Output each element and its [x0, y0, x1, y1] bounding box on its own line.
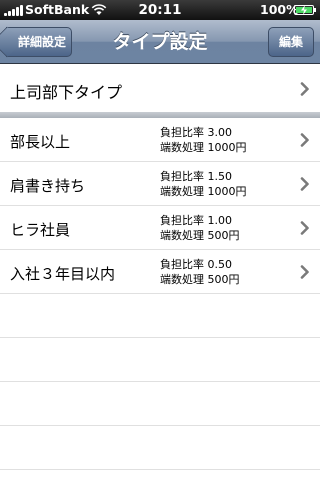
chevron-right-icon: [300, 177, 309, 191]
empty-row: [0, 294, 320, 338]
battery-percentage: 100%: [260, 2, 299, 17]
chevron-right-icon: [300, 82, 309, 96]
boss-subordinate-type-row[interactable]: 上司部下タイプ: [0, 66, 320, 112]
battery-icon: [294, 5, 316, 15]
type-name: 入社３年目以内: [10, 265, 116, 283]
ratio-label: 負担比率: [160, 214, 204, 227]
type-row[interactable]: 肩書き持ち 負担比率 1.50 端数処理 1000円: [0, 162, 320, 206]
navigation-bar: 詳細設定 タイプ設定 編集: [0, 20, 320, 64]
edit-button[interactable]: 編集: [268, 27, 314, 57]
ratio-label: 負担比率: [160, 126, 204, 139]
ratio-value: 3.00: [207, 126, 233, 139]
rounding-label: 端数処理: [160, 273, 204, 286]
type-name: ヒラ社員: [10, 221, 71, 239]
empty-row: [0, 426, 320, 470]
type-detail: 負担比率 0.50 端数処理 500円: [160, 257, 240, 287]
type-detail: 負担比率 1.00 端数処理 500円: [160, 213, 240, 243]
page-title: タイプ設定: [112, 31, 208, 53]
rounding-value: 500円: [207, 229, 240, 242]
back-button-label: 詳細設定: [18, 35, 67, 49]
rounding-value: 1000円: [207, 185, 247, 198]
type-row[interactable]: ヒラ社員 負担比率 1.00 端数処理 500円: [0, 206, 320, 250]
ratio-value: 1.50: [207, 170, 233, 183]
back-button[interactable]: 詳細設定: [6, 27, 72, 57]
type-name: 肩書き持ち: [10, 177, 86, 195]
ratio-label: 負担比率: [160, 170, 204, 183]
ratio-value: 0.50: [207, 258, 233, 271]
rounding-value: 500円: [207, 273, 240, 286]
ratio-value: 1.00: [207, 214, 233, 227]
type-name: 部長以上: [10, 133, 71, 151]
empty-row: [0, 382, 320, 426]
type-detail: 負担比率 1.50 端数処理 1000円: [160, 169, 247, 199]
rounding-value: 1000円: [207, 141, 247, 154]
rounding-label: 端数処理: [160, 229, 204, 242]
rounding-label: 端数処理: [160, 141, 204, 154]
chevron-right-icon: [300, 221, 309, 235]
type-row[interactable]: 入社３年目以内 負担比率 0.50 端数処理 500円: [0, 250, 320, 294]
empty-row: [0, 338, 320, 382]
ratio-label: 負担比率: [160, 258, 204, 271]
status-bar: SoftBank 20:11 100%: [0, 0, 320, 20]
type-detail: 負担比率 3.00 端数処理 1000円: [160, 125, 247, 155]
rounding-label: 端数処理: [160, 185, 204, 198]
row-label: 上司部下タイプ: [10, 83, 123, 102]
chevron-right-icon: [300, 265, 309, 279]
type-row[interactable]: 部長以上 負担比率 3.00 端数処理 1000円: [0, 118, 320, 162]
chevron-right-icon: [300, 133, 309, 147]
